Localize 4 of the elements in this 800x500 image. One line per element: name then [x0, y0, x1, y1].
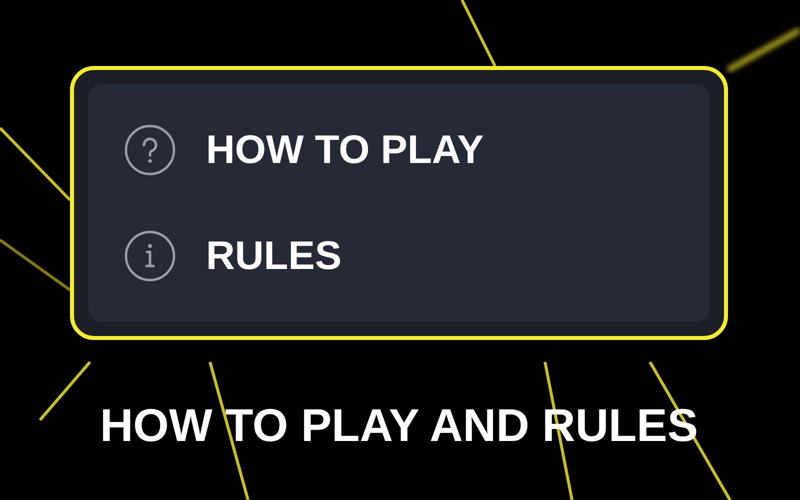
menu-item[interactable]: RULES [124, 230, 710, 282]
menu-item[interactable]: HOW TO PLAY [124, 124, 710, 176]
question-mark-icon [124, 124, 176, 176]
info-icon [124, 230, 176, 282]
